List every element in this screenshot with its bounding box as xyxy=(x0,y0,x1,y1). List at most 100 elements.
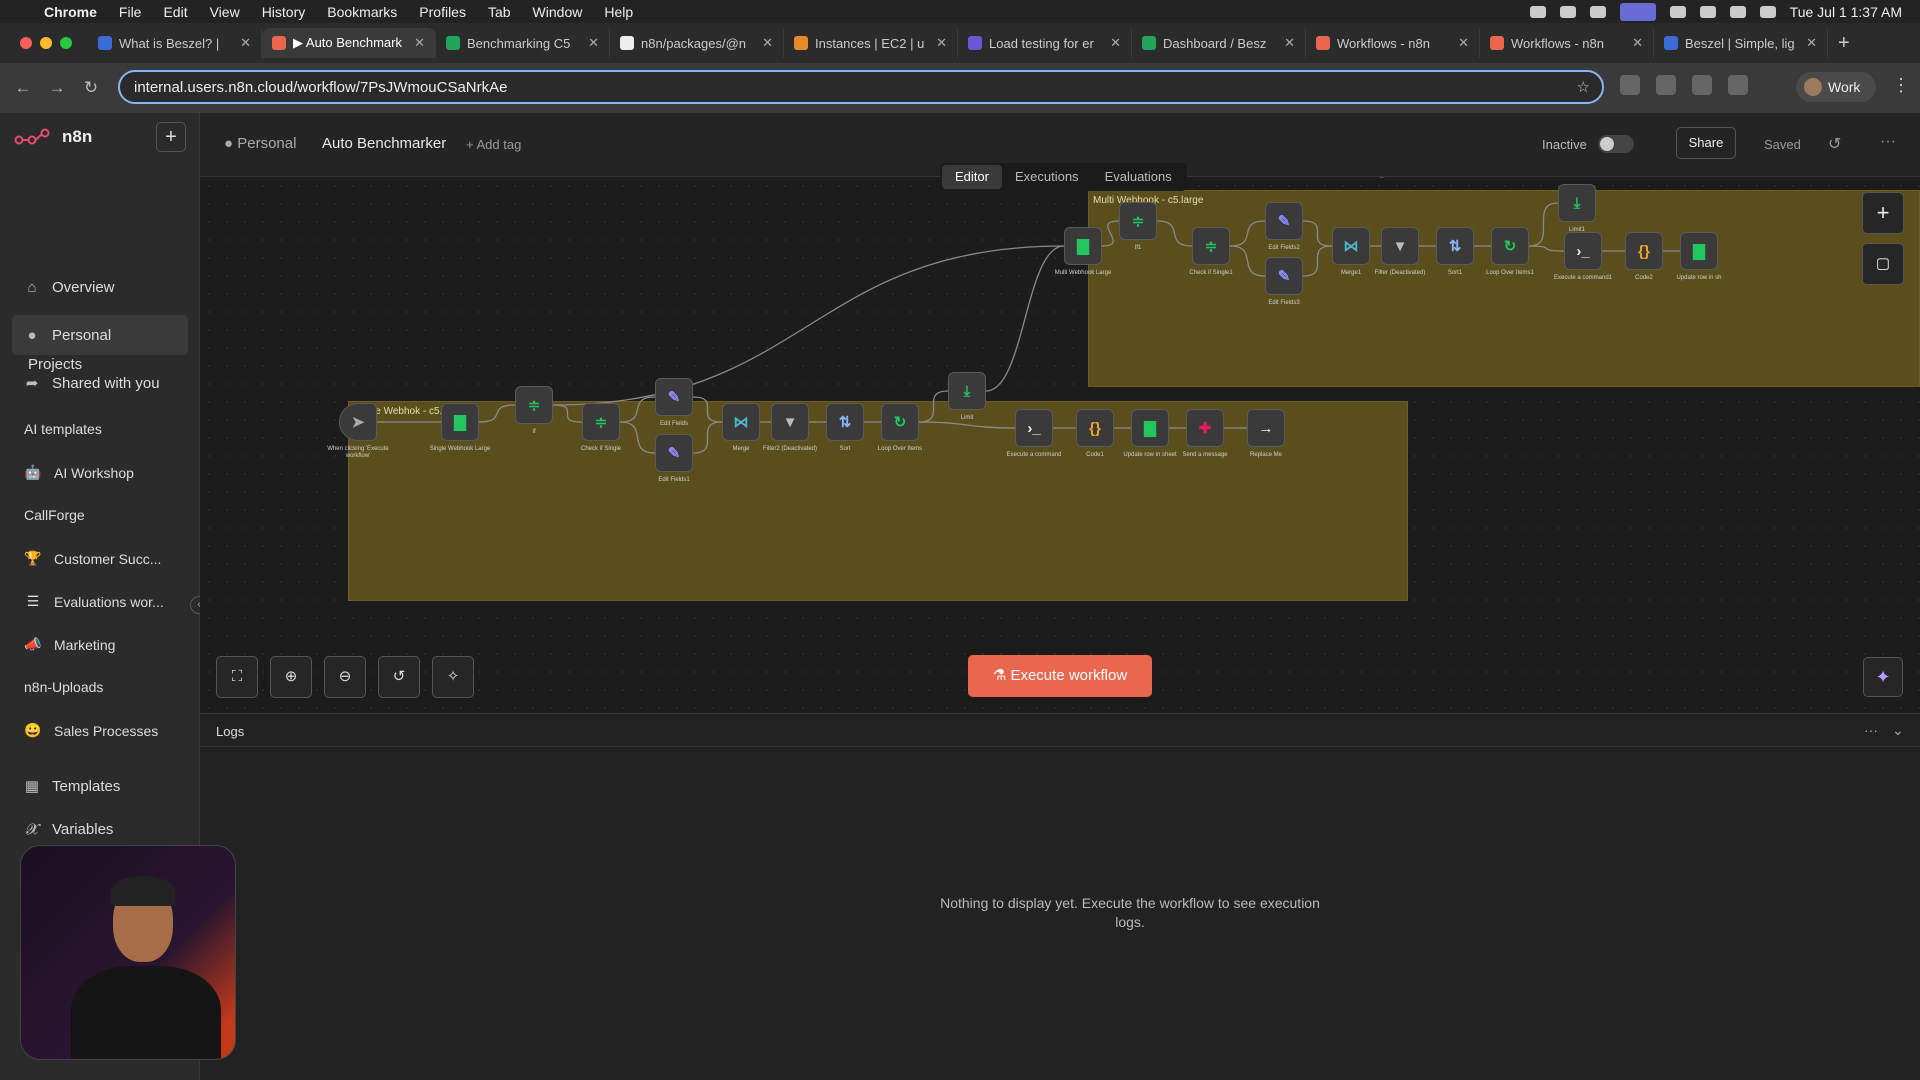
ai-assistant-icon[interactable]: ✦ xyxy=(1863,657,1903,697)
fit-view-icon[interactable]: ⛶ xyxy=(216,656,258,698)
workflow-node-swl[interactable]: ▇ Single Webhook Large xyxy=(430,403,490,452)
menu-item[interactable]: History xyxy=(262,4,306,20)
workflow-node-ef[interactable]: ✎ Edit Fields xyxy=(655,378,693,427)
reset-zoom-icon[interactable]: ↺ xyxy=(378,656,420,698)
close-icon[interactable]: ✕ xyxy=(1110,35,1121,51)
profile-button[interactable]: Work xyxy=(1796,72,1876,102)
browser-tab[interactable]: Workflows - n8n ✕ xyxy=(1306,28,1480,58)
browser-tab[interactable]: Load testing for er ✕ xyxy=(958,28,1132,58)
workflow-node-sort[interactable]: ⇅ Sort xyxy=(826,403,864,452)
sidebar-item-overview[interactable]: ⌂ Overview xyxy=(12,267,188,307)
workflow-node-trigger[interactable]: ➤ When clicking 'Execute workflow' xyxy=(327,403,389,459)
history-icon[interactable]: ↺ xyxy=(1828,134,1841,154)
tidy-up-icon[interactable]: ✧ xyxy=(432,656,474,698)
add-sticky-button[interactable]: ▢ xyxy=(1862,243,1904,285)
extension-icon[interactable] xyxy=(1656,75,1676,95)
close-icon[interactable]: ✕ xyxy=(1458,35,1469,51)
workflow-node-filter2[interactable]: ▼ Filter2 (Deactivated) xyxy=(763,403,817,452)
close-icon[interactable]: ✕ xyxy=(762,35,773,51)
browser-tab[interactable]: Workflows - n8n ✕ xyxy=(1480,28,1654,58)
forward-button[interactable]: → xyxy=(42,78,72,98)
minimize-window-button[interactable] xyxy=(40,37,52,49)
sidebar-item-personal[interactable]: ● Personal xyxy=(12,315,188,355)
workflow-node-sort1[interactable]: ⇅ Sort1 xyxy=(1436,227,1474,276)
status-icon[interactable] xyxy=(1559,5,1576,18)
menu-item[interactable]: Edit xyxy=(163,4,187,20)
sidebar-project-item[interactable]: CallForge xyxy=(24,507,85,523)
extension-icon[interactable] xyxy=(1620,75,1640,95)
sidebar-project-item[interactable]: 😀 Sales Processes xyxy=(24,722,158,739)
tab-evaluations[interactable]: Evaluations xyxy=(1092,165,1185,189)
battery-icon[interactable] xyxy=(1699,5,1716,18)
create-button[interactable]: + xyxy=(156,122,186,152)
sidebar-project-item[interactable]: 🏆 Customer Succ... xyxy=(24,550,161,567)
back-button[interactable]: ← xyxy=(8,78,38,98)
close-icon[interactable]: ✕ xyxy=(936,35,947,51)
tab-editor[interactable]: Editor xyxy=(942,165,1002,189)
wifi-icon[interactable] xyxy=(1729,5,1746,18)
logs-more-icon[interactable]: ··· xyxy=(1864,722,1878,738)
workflow-node-exec[interactable]: ›_ Execute a command xyxy=(1007,409,1061,458)
close-window-button[interactable] xyxy=(20,37,32,49)
browser-tab[interactable]: Instances | EC2 | u ✕ xyxy=(784,28,958,58)
sidebar-project-item[interactable]: 📣 Marketing xyxy=(24,636,115,653)
workflow-node-merge1[interactable]: ⋈ Merge1 xyxy=(1332,227,1370,276)
zoom-window-button[interactable] xyxy=(60,37,72,49)
side-panel-icon[interactable] xyxy=(1728,75,1748,95)
new-tab-button[interactable]: + xyxy=(1838,32,1850,55)
browser-tab[interactable]: n8n/packages/@n ✕ xyxy=(610,28,784,58)
close-icon[interactable]: ✕ xyxy=(588,35,599,51)
sidebar-item-templates[interactable]: ▦ Templates xyxy=(12,766,188,806)
close-icon[interactable]: ✕ xyxy=(414,35,425,51)
close-icon[interactable]: ✕ xyxy=(1284,35,1295,51)
workflow-node-code[interactable]: {} Code1 xyxy=(1076,409,1114,458)
clock[interactable]: Tue Jul 1 1:37 AM xyxy=(1790,4,1902,20)
sidebar-project-item[interactable]: n8n-Uploads xyxy=(24,679,103,695)
execute-workflow-button[interactable]: ⚗ Execute workflow xyxy=(968,655,1152,697)
browser-tab[interactable]: What is Beszel? | ✕ xyxy=(88,28,262,58)
share-button[interactable]: Share xyxy=(1676,127,1736,159)
chevron-down-icon[interactable]: ⌄ xyxy=(1892,722,1904,739)
workflow-node-merge[interactable]: ⋈ Merge xyxy=(722,403,760,452)
workflow-name[interactable]: Auto Benchmarker xyxy=(322,135,446,152)
brand-logo[interactable]: n8n xyxy=(14,127,92,147)
zoom-out-icon[interactable]: ⊖ xyxy=(324,656,366,698)
workflow-node-code2[interactable]: {} Code2 xyxy=(1625,232,1663,281)
browser-menu-icon[interactable]: ⋮ xyxy=(1892,75,1910,96)
address-bar[interactable]: internal.users.n8n.cloud/workflow/7PsJWm… xyxy=(118,70,1604,104)
sidebar-item-variables[interactable]: 𝓧 Variables xyxy=(12,809,188,849)
workflow-node-slack[interactable]: ✚ Send a message xyxy=(1182,409,1228,458)
menu-item[interactable]: Help xyxy=(604,4,633,20)
workflow-node-exec1[interactable]: ›_ Execute a command1 xyxy=(1554,232,1612,281)
workflow-node-cis1[interactable]: ≑ Check if Single1 xyxy=(1189,227,1233,276)
sidebar-project-item[interactable]: ☰ Evaluations wor... xyxy=(24,593,164,610)
add-tag-link[interactable]: + Add tag xyxy=(466,137,521,152)
workflow-canvas[interactable]: Single Webhok - c5.large Multi Webhook -… xyxy=(200,177,1920,713)
reload-button[interactable]: ↻ xyxy=(76,78,106,98)
extensions-puzzle-icon[interactable] xyxy=(1692,75,1712,95)
menu-item[interactable]: Tab xyxy=(488,4,511,20)
status-icon[interactable] xyxy=(1529,5,1546,18)
more-options-icon[interactable]: ··· xyxy=(1880,133,1896,151)
close-icon[interactable]: ✕ xyxy=(1806,35,1817,51)
workflow-node-cis[interactable]: ≑ Check if Single xyxy=(581,403,621,452)
menu-app-name[interactable]: Chrome xyxy=(44,4,97,20)
search-icon[interactable] xyxy=(1759,5,1776,18)
workflow-node-if1[interactable]: ≑ If1 xyxy=(1119,202,1157,251)
browser-tab[interactable]: Dashboard / Besz ✕ xyxy=(1132,28,1306,58)
workflow-node-ef1[interactable]: ✎ Edit Fields1 xyxy=(655,434,693,483)
close-icon[interactable]: ✕ xyxy=(240,35,251,51)
workflow-node-limit1[interactable]: ⤓ Limit1 xyxy=(1558,184,1596,233)
workflow-node-loop[interactable]: ↻ Loop Over Items xyxy=(878,403,922,452)
workflow-node-filter[interactable]: ▼ Filter (Deactivated) xyxy=(1375,227,1425,276)
menu-item[interactable]: Window xyxy=(533,4,583,20)
menu-item[interactable]: Profiles xyxy=(419,4,466,20)
zoom-in-icon[interactable]: ⊕ xyxy=(270,656,312,698)
menu-item[interactable]: File xyxy=(119,4,142,20)
sidebar-project-item[interactable]: 🤖 AI Workshop xyxy=(24,464,134,481)
tab-executions[interactable]: Executions xyxy=(1002,165,1092,189)
workflow-node-upd[interactable]: ▇ Update row in sheet xyxy=(1123,409,1177,458)
bookmark-star-icon[interactable]: ☆ xyxy=(1577,78,1590,96)
browser-tab[interactable]: Beszel | Simple, lig ✕ xyxy=(1654,28,1828,58)
workflow-node-limit[interactable]: ⤓ Limit xyxy=(948,372,986,421)
